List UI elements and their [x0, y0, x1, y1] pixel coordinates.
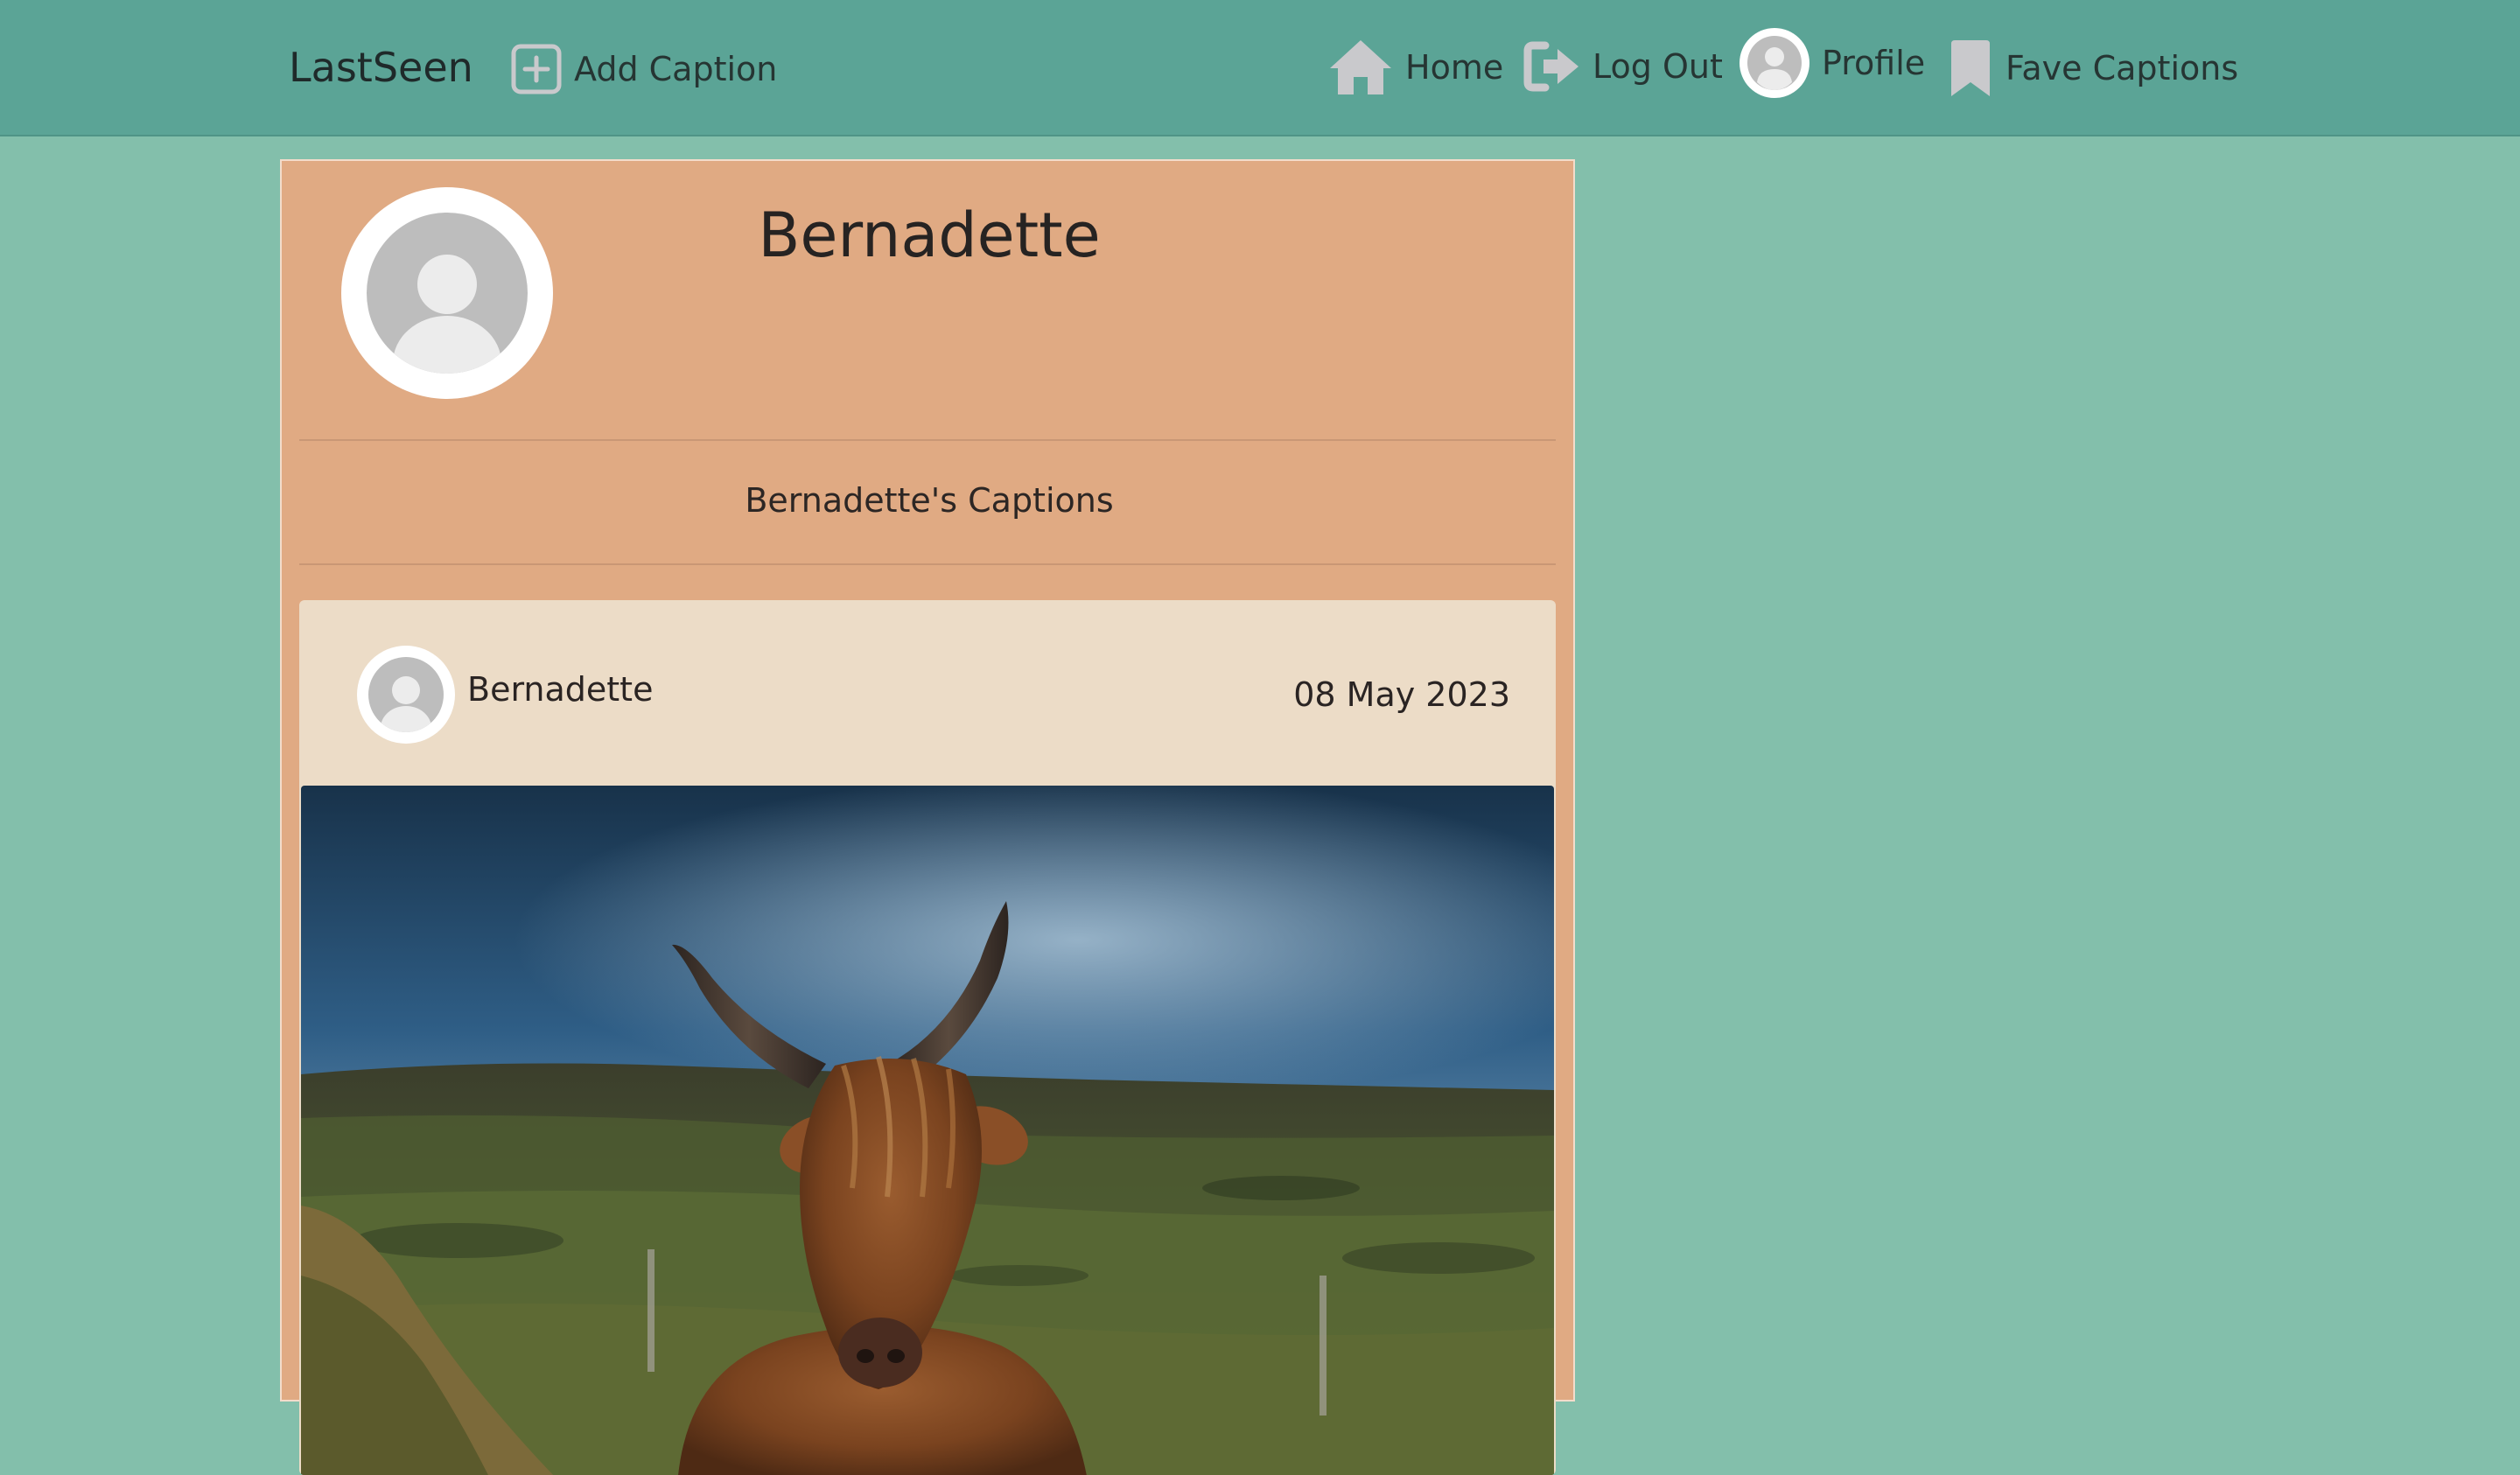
post-author-name[interactable]: Bernadette	[467, 670, 653, 709]
user-avatar-icon	[368, 657, 444, 732]
brand-logo[interactable]: LastSeen	[289, 44, 473, 91]
home-icon	[1328, 38, 1393, 96]
plus-square-icon	[511, 44, 562, 94]
sign-out-icon	[1522, 40, 1580, 93]
profile-card: Bernadette Bernadette's Captions Bernade…	[280, 159, 1575, 1475]
post-author-avatar[interactable]	[357, 646, 455, 744]
nav-home-label: Home	[1405, 48, 1504, 87]
captions-heading: Bernadette's Captions	[745, 481, 1114, 520]
nav-home[interactable]: Home	[1328, 38, 1503, 96]
post-header: Bernadette 08 May 2023	[299, 600, 1556, 786]
post-date: 08 May 2023	[1293, 675, 1510, 714]
nav-log-out-label: Log Out	[1592, 47, 1723, 86]
post-image[interactable]	[301, 786, 1554, 1475]
nav-fave-captions-label: Fave Captions	[2006, 49, 2239, 87]
bookmark-icon	[1948, 38, 1993, 98]
nav-profile-label: Profile	[1822, 44, 1926, 82]
navbar: LastSeen Add Caption Home Log Out Profil…	[0, 0, 2520, 136]
profile-name: Bernadette	[758, 199, 1101, 271]
nav-add-caption-label: Add Caption	[574, 50, 778, 88]
caption-post[interactable]: Bernadette 08 May 2023	[299, 600, 1556, 1475]
nav-profile[interactable]: Profile	[1740, 28, 1925, 98]
divider	[299, 439, 1556, 441]
nav-fave-captions[interactable]: Fave Captions	[1948, 38, 2238, 98]
divider	[299, 563, 1556, 565]
nav-log-out[interactable]: Log Out	[1522, 40, 1723, 93]
nav-add-caption[interactable]: Add Caption	[511, 44, 777, 94]
highland-cow-photo	[301, 786, 1554, 1475]
user-circle-icon	[1740, 28, 1810, 98]
